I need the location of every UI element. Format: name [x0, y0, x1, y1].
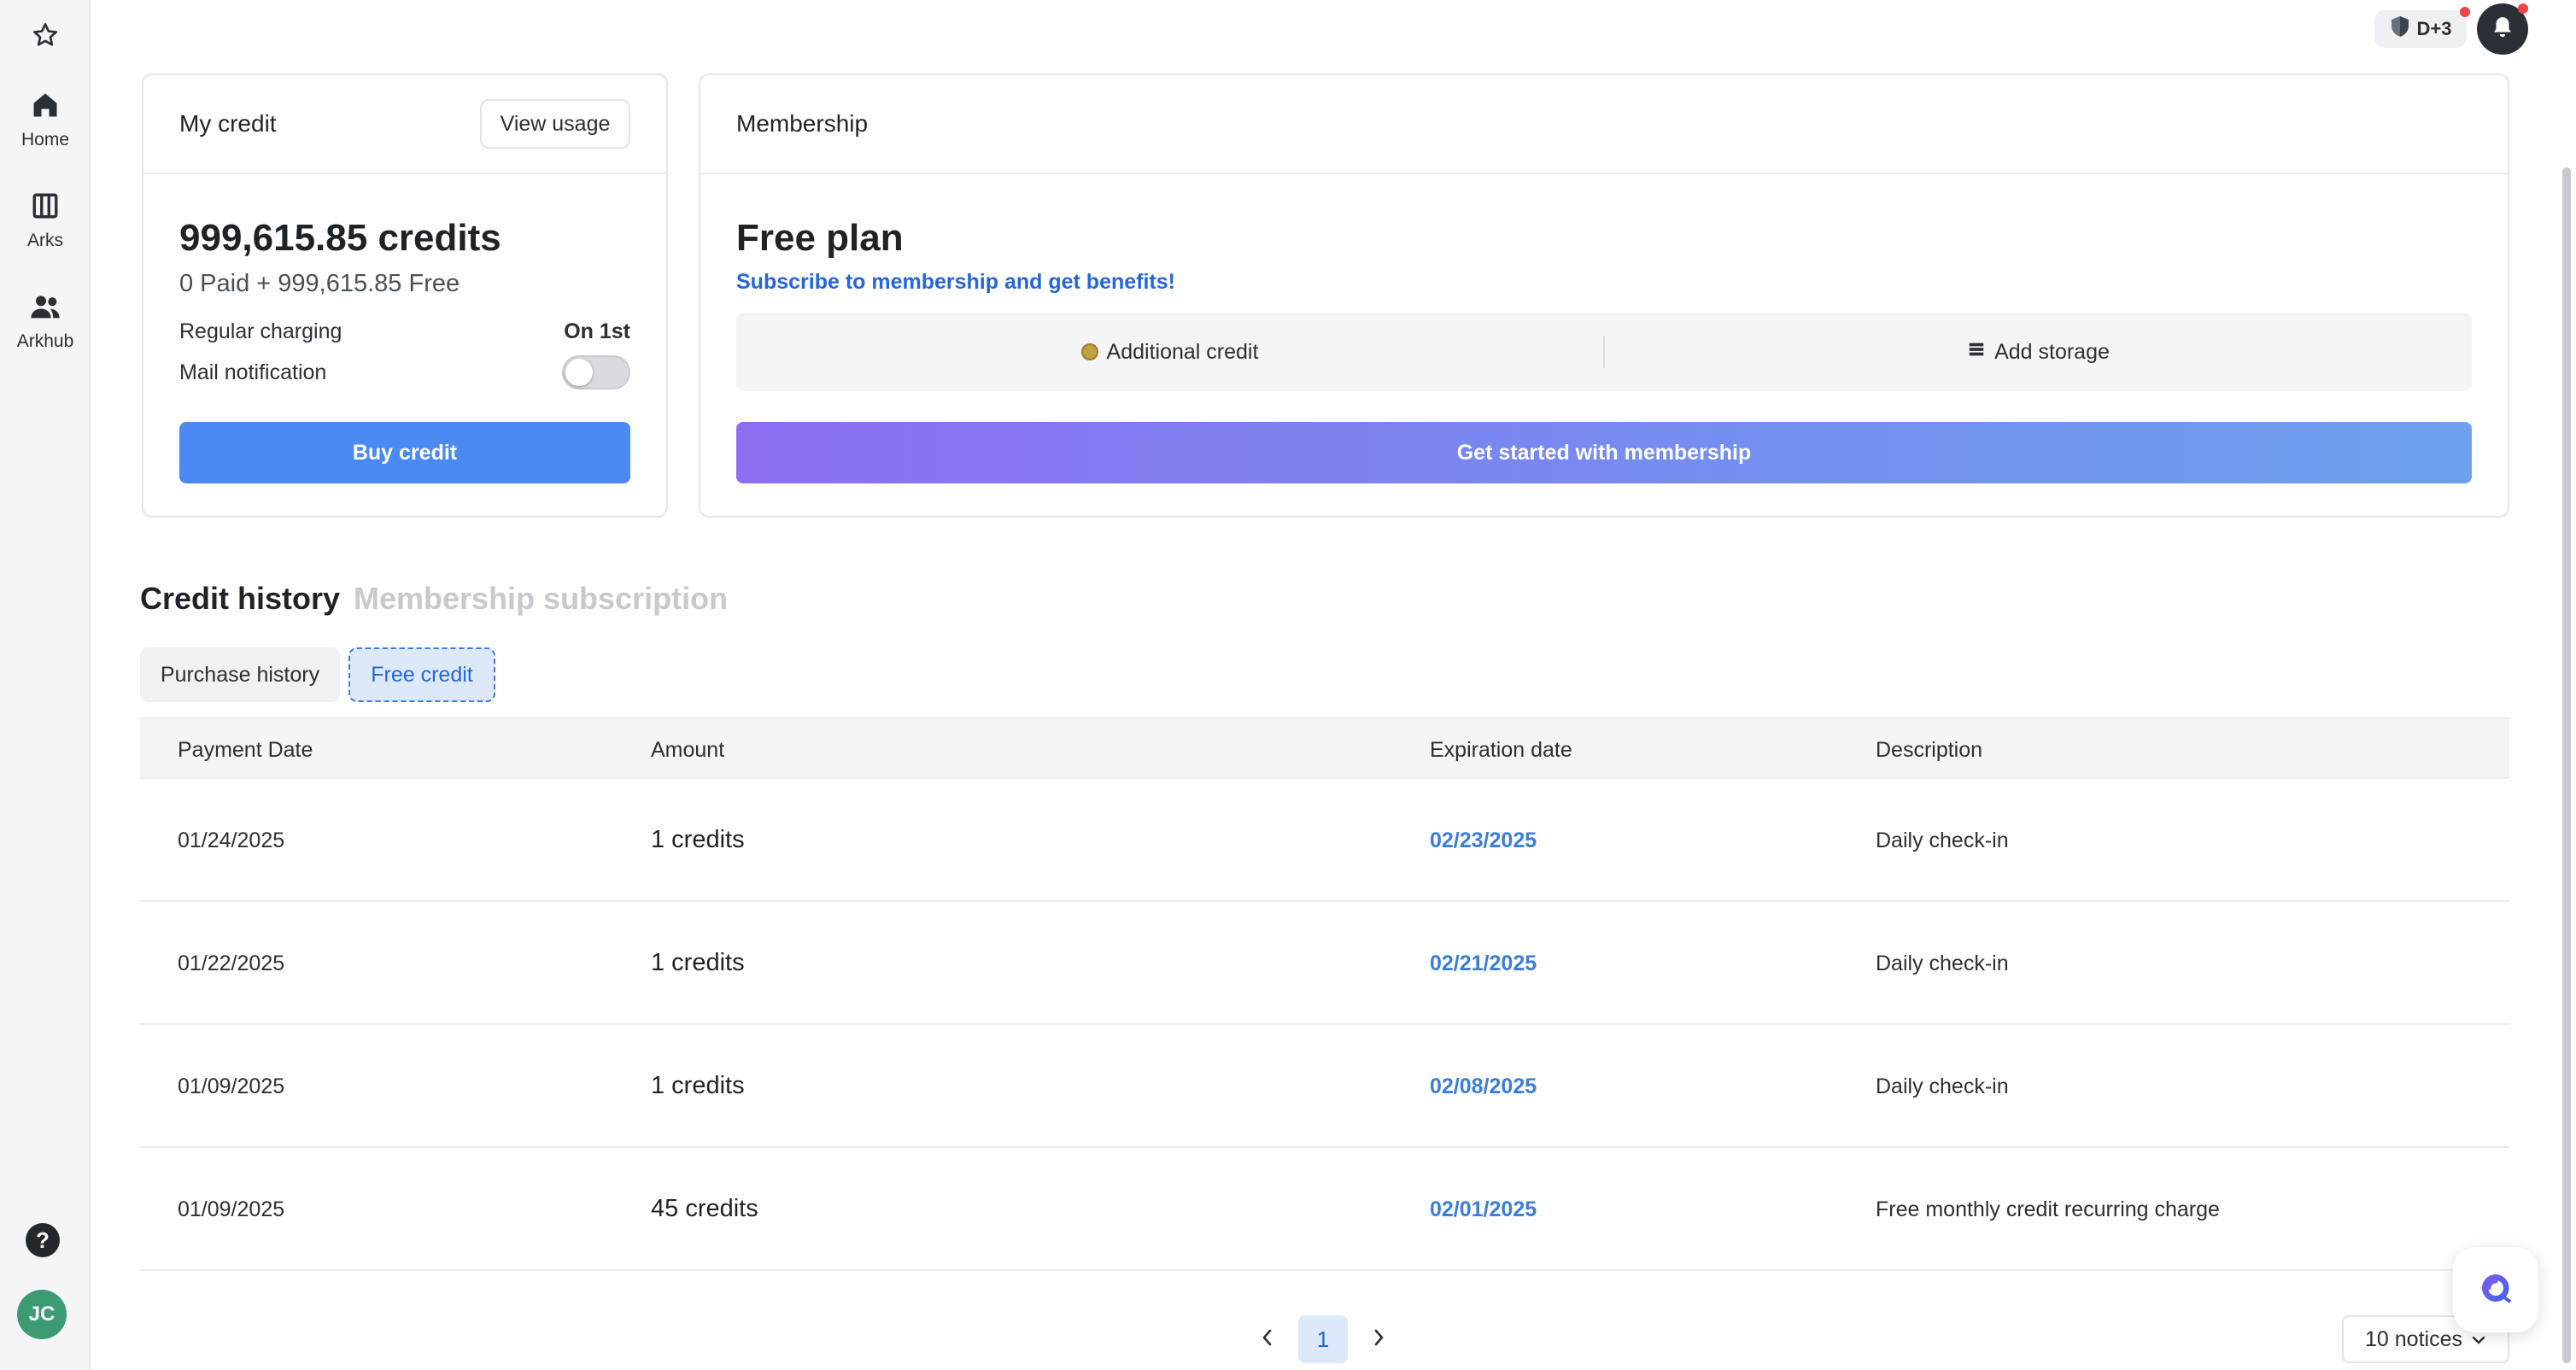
benefit-additional-credit: Additional credit [736, 340, 1603, 365]
table-row: 01/22/2025 1 credits 02/21/2025 Daily ch… [140, 902, 2509, 1025]
avatar[interactable]: JC [17, 1290, 67, 1339]
assistant-logo-icon [2475, 1268, 2516, 1313]
sidebar-item-arks[interactable]: Arks [0, 186, 91, 251]
credit-breakdown: 0 Paid + 999,615.85 Free [179, 270, 460, 297]
payment-date: 01/24/2025 [178, 828, 285, 852]
prev-page-button[interactable] [1250, 1320, 1285, 1358]
table-row: 01/09/2025 1 credits 02/08/2025 Daily ch… [140, 1025, 2509, 1148]
page-size-label: 10 notices [2365, 1326, 2462, 1351]
sidebar-item-label: Home [20, 130, 70, 149]
regular-charging-label: Regular charging [179, 319, 342, 343]
table-header: Payment Date Amount Expiration date Desc… [140, 717, 2509, 779]
expiration-date: 02/08/2025 [1430, 1074, 1537, 1098]
columns-icon [26, 186, 65, 225]
credit-balance: 999,615.85 credits [179, 217, 501, 259]
table-row: 01/09/2025 45 credits 02/01/2025 Free mo… [140, 1148, 2509, 1271]
scrollbar[interactable] [2562, 167, 2571, 1363]
notification-dot [2518, 3, 2528, 14]
column-header: Description [1876, 738, 1983, 762]
coin-icon [1080, 343, 1098, 360]
benefit-add-storage: Add storage [1605, 340, 2472, 365]
expiration-date: 02/21/2025 [1430, 951, 1537, 975]
description: Daily check-in [1876, 951, 2009, 975]
tab-credit-history[interactable]: Credit history [140, 581, 340, 617]
expiration-date: 02/01/2025 [1430, 1197, 1537, 1221]
buy-credit-button[interactable]: Buy credit [179, 422, 630, 483]
subtab-free-credit[interactable]: Free credit [348, 647, 495, 702]
column-header: Expiration date [1430, 738, 1572, 762]
table-row: 01/24/2025 1 credits 02/23/2025 Daily ch… [140, 779, 2509, 902]
expiration-date: 02/23/2025 [1430, 828, 1537, 852]
next-page-button[interactable] [1361, 1320, 1396, 1358]
chevron-right-icon [1371, 1328, 1386, 1351]
amount: 1 credits [651, 949, 745, 976]
chat-assistant-button[interactable] [2453, 1247, 2538, 1332]
chevron-left-icon [1260, 1328, 1275, 1351]
sidebar-item-home[interactable]: Home [0, 85, 91, 150]
benefit-label: Additional credit [1106, 339, 1259, 364]
description: Free monthly credit recurring charge [1876, 1197, 2220, 1221]
benefit-label: Add storage [1994, 339, 2110, 364]
sidebar-item-label: Arkhub [16, 331, 74, 351]
column-header: Amount [651, 738, 725, 762]
home-icon [26, 85, 65, 125]
card-title: Membership [736, 110, 869, 137]
amount: 45 credits [651, 1195, 758, 1222]
people-icon [26, 287, 65, 326]
payment-date: 01/22/2025 [178, 951, 285, 975]
regular-charging-value: On 1st [564, 319, 630, 343]
amount: 1 credits [651, 1072, 745, 1099]
card-header: My credit View usage [143, 75, 666, 174]
description: Daily check-in [1876, 1074, 2009, 1098]
column-header: Payment Date [178, 738, 313, 762]
regular-charging-row: Regular charging On 1st [179, 319, 630, 344]
membership-card: Membership Free plan Subscribe to member… [699, 73, 2509, 518]
card-header: Membership [700, 75, 2508, 174]
plan-name: Free plan [736, 217, 904, 259]
bell-icon [2490, 15, 2515, 44]
card-title: My credit [179, 110, 277, 137]
shield-icon [2390, 15, 2410, 43]
subtab-purchase-history[interactable]: Purchase history [140, 647, 340, 702]
mail-notification-label: Mail notification [179, 360, 327, 384]
page-number-button[interactable]: 1 [1298, 1315, 1348, 1363]
payment-date: 01/09/2025 [178, 1074, 285, 1098]
get-started-membership-button[interactable]: Get started with membership [736, 422, 2472, 483]
tab-membership-subscription[interactable]: Membership subscription [354, 581, 728, 617]
mail-notification-toggle[interactable] [562, 355, 630, 389]
description: Daily check-in [1876, 828, 2009, 852]
view-usage-button[interactable]: View usage [480, 99, 630, 149]
sidebar-item-label: Arks [27, 231, 63, 250]
benefits-bar: Additional credit Add storage [736, 313, 2472, 391]
help-icon[interactable]: ? [26, 1223, 60, 1257]
subscribe-link[interactable]: Subscribe to membership and get benefits… [736, 270, 1175, 295]
amount: 1 credits [651, 826, 745, 853]
sidebar: Home Arks Arkhub ? JC [0, 0, 91, 1370]
badge-label: D+3 [2416, 18, 2452, 39]
notification-dot [2460, 7, 2470, 17]
status-badge[interactable]: D+3 [2374, 10, 2467, 48]
mail-notification-row: Mail notification [179, 355, 630, 389]
storage-icon [1967, 340, 1986, 365]
star-icon[interactable] [24, 14, 67, 56]
sidebar-item-arkhub[interactable]: Arkhub [0, 287, 91, 352]
payment-date: 01/09/2025 [178, 1197, 285, 1221]
my-credit-card: My credit View usage 999,615.85 credits … [142, 73, 668, 518]
